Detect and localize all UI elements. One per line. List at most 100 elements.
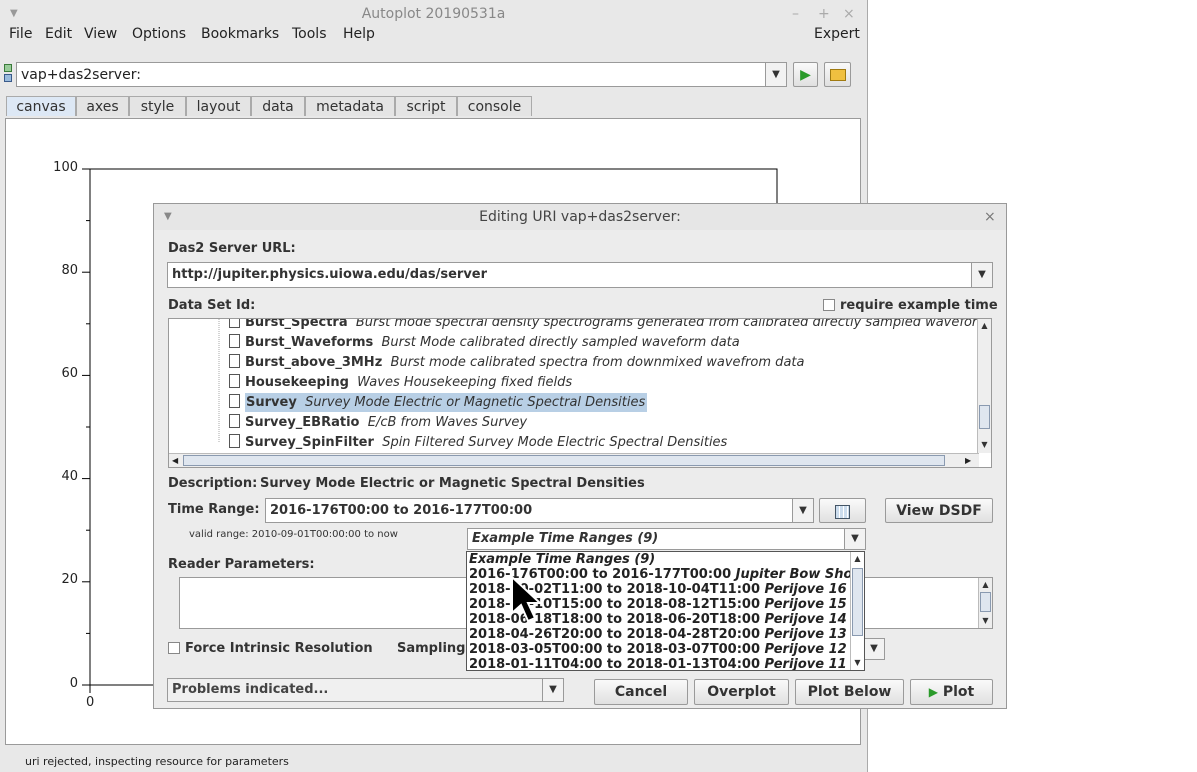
- time-range-input[interactable]: 2016-176T00:00 to 2016-177T00:00: [270, 499, 532, 523]
- sampling-label: Sampling: [397, 641, 466, 656]
- dialog-title: Editing URI vap+das2server:: [479, 209, 681, 225]
- y-tick-label: 0: [69, 676, 78, 691]
- menu-options[interactable]: Options: [132, 26, 186, 42]
- time-range-combo[interactable]: 2016-176T00:00 to 2016-177T00:00 ▼: [265, 498, 814, 523]
- list-item[interactable]: Burst_above_3MHz Burst mode calibrated s…: [229, 353, 804, 373]
- tab-canvas[interactable]: canvas: [6, 96, 76, 116]
- time-range-label: Time Range:: [168, 502, 260, 517]
- list-item[interactable]: Survey_EBRatio E/cB from Waves Survey: [229, 413, 527, 433]
- view-dsdf-button[interactable]: View DSDF: [885, 498, 993, 523]
- example-ranges-combo[interactable]: Example Time Ranges (9) ▼: [467, 528, 866, 550]
- description-value: Survey Mode Electric or Magnetic Spectra…: [260, 476, 645, 491]
- y-tick-label: 100: [53, 160, 78, 175]
- tab-metadata[interactable]: metadata: [305, 96, 395, 116]
- cancel-button[interactable]: Cancel: [594, 679, 688, 705]
- file-icon: [229, 319, 240, 328]
- scroll-down-icon[interactable]: ▼: [979, 614, 992, 628]
- list-item[interactable]: Housekeeping Waves Housekeeping fixed fi…: [229, 373, 572, 393]
- list-item[interactable]: 2018-04-26T20:00 to 2018-04-28T20:00 Per…: [469, 627, 847, 642]
- tab-layout[interactable]: layout: [186, 96, 251, 116]
- scroll-thumb[interactable]: [980, 592, 991, 612]
- file-icon: [229, 354, 240, 368]
- scroll-down-icon[interactable]: ▼: [851, 656, 864, 670]
- chevron-down-icon[interactable]: ▼: [844, 529, 865, 549]
- file-icon: [229, 394, 240, 408]
- chevron-down-icon[interactable]: ▼: [971, 263, 992, 287]
- list-item-selected[interactable]: Survey Survey Mode Electric or Magnetic …: [229, 393, 648, 413]
- chevron-down-icon[interactable]: ▼: [542, 679, 563, 701]
- menu-edit[interactable]: Edit: [45, 26, 72, 42]
- tab-data[interactable]: data: [251, 96, 305, 116]
- scroll-right-icon[interactable]: ▶: [965, 454, 971, 467]
- chevron-down-icon[interactable]: ▼: [765, 63, 786, 86]
- calendar-icon: [835, 505, 850, 519]
- menu-view[interactable]: View: [84, 26, 117, 42]
- list-item[interactable]: 2018-03-05T00:00 to 2018-03-07T00:00 Per…: [469, 642, 847, 657]
- y-tick-label: 40: [61, 469, 78, 484]
- chevron-down-icon[interactable]: ▼: [864, 639, 884, 659]
- list-item[interactable]: Burst_Waveforms Burst Mode calibrated di…: [229, 333, 740, 353]
- tab-script[interactable]: script: [395, 96, 457, 116]
- scroll-down-icon[interactable]: ▼: [978, 438, 991, 452]
- scroll-thumb[interactable]: [183, 455, 945, 466]
- tab-style[interactable]: style: [129, 96, 186, 116]
- dialog-menu-icon[interactable]: ▼: [164, 204, 172, 230]
- uri-combo[interactable]: vap+das2server: ▼: [16, 62, 787, 87]
- file-icon: [229, 334, 240, 348]
- menu-bar: File Edit View Options Bookmarks Tools H…: [0, 24, 867, 46]
- file-icon: [229, 414, 240, 428]
- y-tick-label: 80: [61, 263, 78, 278]
- plot-button[interactable]: ▶ Plot: [910, 679, 993, 705]
- file-icon: [229, 434, 240, 448]
- mouse-pointer-icon: [511, 575, 543, 623]
- uri-input[interactable]: vap+das2server:: [21, 63, 141, 87]
- tab-console[interactable]: console: [457, 96, 532, 116]
- problems-combo[interactable]: Problems indicated... ▼: [167, 678, 564, 702]
- dialog-title-bar: ▼ Editing URI vap+das2server: ×: [154, 204, 1006, 230]
- scroll-up-icon[interactable]: ▲: [979, 578, 992, 592]
- reader-params-scrollbar[interactable]: ▲ ▼: [978, 578, 992, 628]
- sampling-combo[interactable]: ▼: [864, 638, 885, 660]
- menu-expert[interactable]: Expert: [814, 26, 860, 42]
- scroll-left-icon[interactable]: ◀: [172, 454, 178, 467]
- problems-text: Problems indicated...: [172, 682, 329, 697]
- menu-bookmarks[interactable]: Bookmarks: [201, 26, 279, 42]
- tab-axes[interactable]: axes: [76, 96, 129, 116]
- scroll-thumb[interactable]: [852, 568, 863, 636]
- y-tick-label: 20: [61, 572, 78, 587]
- dataset-tree[interactable]: Burst_Spectra Burst mode spectral densit…: [168, 318, 992, 468]
- play-icon: ▶: [928, 685, 938, 699]
- list-item[interactable]: 2018-01-11T04:00 to 2018-01-13T04:00 Per…: [469, 657, 847, 670]
- reader-params-label: Reader Parameters:: [168, 557, 315, 572]
- menu-file[interactable]: File: [9, 26, 32, 42]
- force-intrinsic-label: Force Intrinsic Resolution: [185, 641, 373, 656]
- calendar-button[interactable]: [819, 498, 866, 523]
- server-url-label: Das2 Server URL:: [168, 241, 296, 256]
- valid-range-text: valid range: 2010-09-01T00:00:00 to now: [189, 529, 398, 540]
- go-button[interactable]: ▶: [793, 62, 818, 87]
- list-item[interactable]: Burst_Spectra Burst mode spectral densit…: [229, 319, 991, 333]
- dialog-close-icon[interactable]: ×: [984, 204, 996, 230]
- server-url-input[interactable]: http://jupiter.physics.uiowa.edu/das/ser…: [172, 263, 487, 287]
- server-url-combo[interactable]: http://jupiter.physics.uiowa.edu/das/ser…: [167, 262, 993, 288]
- popup-scrollbar[interactable]: ▲ ▼: [850, 552, 864, 670]
- tree-vertical-scrollbar[interactable]: ▲ ▼: [977, 319, 991, 453]
- menu-help[interactable]: Help: [343, 26, 375, 42]
- popup-header[interactable]: Example Time Ranges (9): [469, 552, 655, 567]
- folder-icon: [829, 69, 846, 81]
- scroll-up-icon[interactable]: ▲: [851, 552, 864, 566]
- scroll-thumb[interactable]: [979, 405, 990, 429]
- list-item[interactable]: Survey_SpinFilter Spin Filtered Survey M…: [229, 433, 727, 453]
- chevron-down-icon[interactable]: ▼: [792, 499, 813, 522]
- description-label: Description:: [168, 476, 258, 491]
- scroll-up-icon[interactable]: ▲: [978, 319, 991, 333]
- plot-below-button[interactable]: Plot Below: [795, 679, 904, 705]
- menu-tools[interactable]: Tools: [292, 26, 327, 42]
- force-intrinsic-checkbox[interactable]: [168, 642, 180, 654]
- uri-status-icon: [4, 64, 12, 82]
- require-example-checkbox[interactable]: [823, 299, 835, 311]
- tree-horizontal-scrollbar[interactable]: ◀ ▶: [169, 453, 979, 467]
- open-folder-button[interactable]: [824, 62, 851, 87]
- overplot-button[interactable]: Overplot: [694, 679, 789, 705]
- dataset-id-label: Data Set Id:: [168, 298, 256, 313]
